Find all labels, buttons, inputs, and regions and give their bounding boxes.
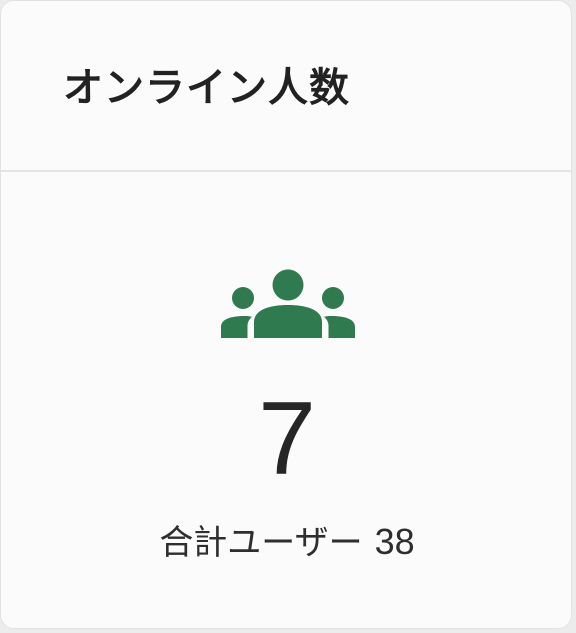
users-group-icon	[221, 269, 355, 338]
card-body: 7 合計ユーザー 38	[1, 172, 571, 628]
total-users-value: 38	[374, 521, 415, 562]
total-users-line: 合計ユーザー 38	[1, 520, 573, 565]
card-title: オンライン人数	[63, 65, 350, 111]
card-header: オンライン人数	[1, 1, 571, 172]
online-users-card: オンライン人数 7 合計ユーザー 38	[0, 0, 572, 629]
online-count: 7	[258, 381, 316, 497]
total-users-label: 合計ユーザー	[159, 523, 363, 563]
